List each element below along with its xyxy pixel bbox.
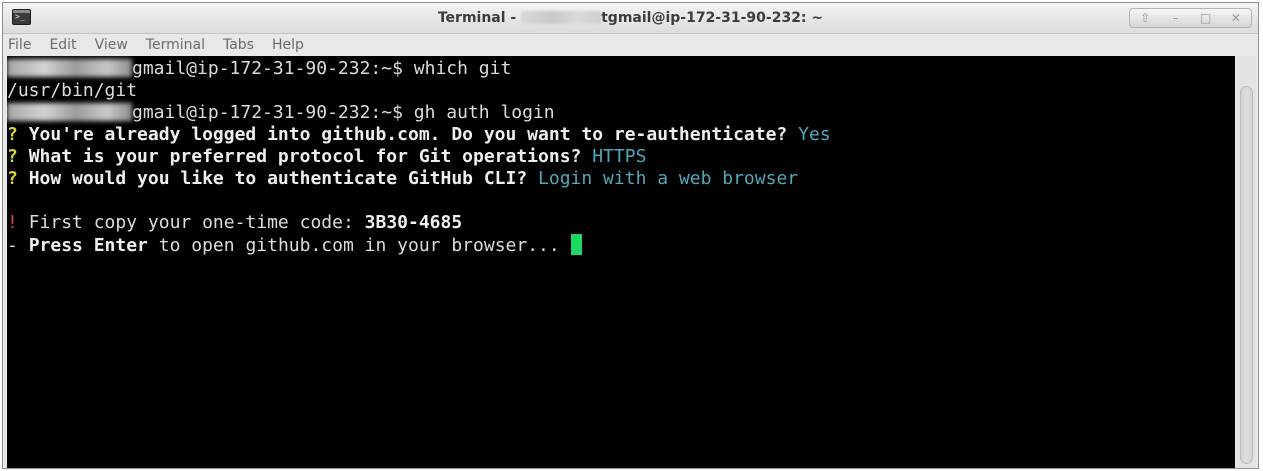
terminal-line-auth-method-question: ? How would you like to authenticate Git… bbox=[7, 168, 798, 190]
close-icon[interactable]: ✕ bbox=[1223, 10, 1249, 26]
vertical-scrollbar[interactable] bbox=[1237, 56, 1256, 468]
open-browser-instruction: to open github.com in your browser... bbox=[147, 235, 571, 256]
window-title-suffix: tgmail@ip-172-31-90-232: ~ bbox=[601, 10, 824, 26]
shell-prompt: gmail@ip-172-31-90-232:~$ bbox=[132, 102, 414, 123]
question-mark: ? bbox=[7, 146, 18, 167]
menu-tabs[interactable]: Tabs bbox=[223, 34, 254, 56]
menu-bar: File Edit View Terminal Tabs Help bbox=[3, 34, 1258, 56]
menu-help[interactable]: Help bbox=[272, 34, 304, 56]
shell-command: which git bbox=[413, 58, 512, 79]
title-bar[interactable]: >_ Terminal - tgmail@ip-172-31-90-232: ~… bbox=[3, 3, 1258, 34]
prompt-answer: Login with a web browser bbox=[538, 168, 799, 189]
bullet-mark: - bbox=[7, 235, 18, 256]
code-instruction: First copy your one-time code: bbox=[28, 212, 365, 233]
press-enter-emphasis: Press Enter bbox=[28, 235, 148, 256]
command-output: /usr/bin/git bbox=[7, 80, 138, 101]
shell-command: gh auth login bbox=[413, 102, 555, 123]
prompt-answer: Yes bbox=[798, 124, 831, 145]
minimize-icon[interactable]: – bbox=[1162, 10, 1188, 26]
prompt-question: You're already logged into github.com. D… bbox=[28, 124, 788, 145]
window-controls: ⇧ – □ ✕ bbox=[1129, 8, 1252, 28]
menu-edit[interactable]: Edit bbox=[49, 34, 76, 56]
prompt-question: What is your preferred protocol for Git … bbox=[28, 146, 582, 167]
terminal-line-gh-auth: gmail@ip-172-31-90-232:~$ gh auth login bbox=[7, 102, 555, 124]
window-title: Terminal - tgmail@ip-172-31-90-232: ~ bbox=[3, 3, 1258, 34]
terminal-output[interactable]: gmail@ip-172-31-90-232:~$ which git /usr… bbox=[7, 56, 1235, 468]
menu-view[interactable]: View bbox=[95, 34, 128, 56]
menu-file[interactable]: File bbox=[8, 34, 31, 56]
terminal-line-protocol-question: ? What is your preferred protocol for Gi… bbox=[7, 146, 646, 168]
redacted-username bbox=[521, 11, 602, 24]
terminal-line-one-time-code: ! First copy your one-time code: 3B30-46… bbox=[7, 212, 462, 234]
prompt-answer: HTTPS bbox=[592, 146, 647, 167]
block-cursor bbox=[570, 234, 582, 255]
maximize-icon[interactable]: □ bbox=[1193, 10, 1219, 26]
question-mark: ? bbox=[7, 168, 18, 189]
prompt-question: How would you like to authenticate GitHu… bbox=[28, 168, 528, 189]
shell-prompt: gmail@ip-172-31-90-232:~$ bbox=[132, 58, 414, 79]
terminal-window: >_ Terminal - tgmail@ip-172-31-90-232: ~… bbox=[2, 2, 1259, 469]
window-title-prefix: Terminal - bbox=[437, 10, 522, 26]
terminal-line-reauth-question: ? You're already logged into github.com.… bbox=[7, 124, 831, 146]
redacted-username bbox=[7, 103, 132, 121]
one-time-code: 3B30-4685 bbox=[364, 212, 463, 233]
warning-mark: ! bbox=[7, 212, 18, 233]
menu-terminal[interactable]: Terminal bbox=[146, 34, 205, 56]
redacted-username bbox=[7, 59, 132, 77]
scrollbar-thumb[interactable] bbox=[1240, 86, 1253, 464]
terminal-line-press-enter: - Press Enter to open github.com in your… bbox=[7, 234, 582, 256]
shade-icon[interactable]: ⇧ bbox=[1132, 10, 1158, 26]
question-mark: ? bbox=[7, 124, 18, 145]
terminal-line-which-git: gmail@ip-172-31-90-232:~$ which git bbox=[7, 58, 511, 80]
terminal-line-git-path: /usr/bin/git bbox=[7, 80, 137, 102]
